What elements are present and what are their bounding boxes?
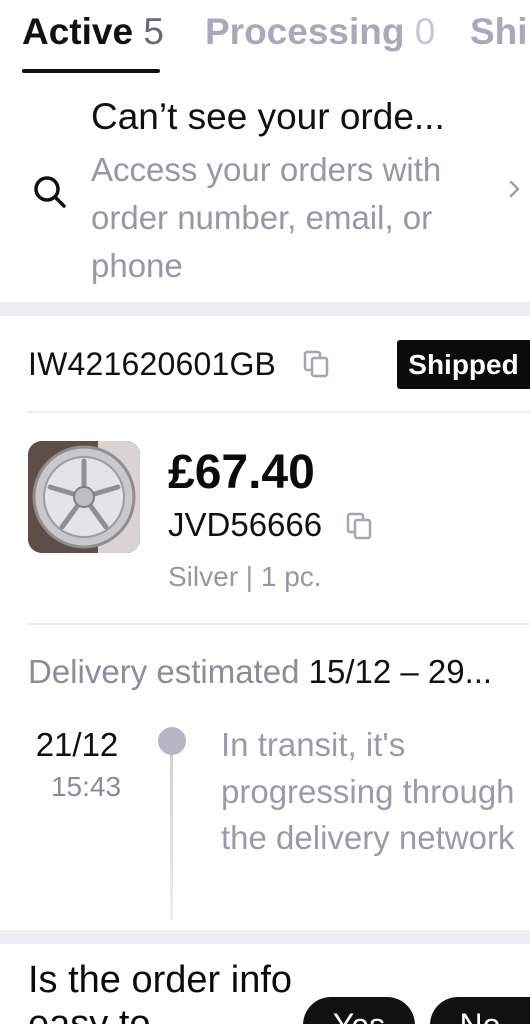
yes-button[interactable]: Yes (303, 997, 415, 1024)
tab-processing-label: Processing (205, 11, 405, 52)
copy-icon[interactable] (345, 511, 373, 541)
tab-processing[interactable]: Processing 0 (205, 12, 435, 52)
copy-icon[interactable] (302, 349, 330, 379)
product-price: £67.40 (168, 446, 315, 499)
wheel-cover-image (28, 441, 140, 553)
section-divider (0, 302, 530, 316)
feedback-question: Is the order info easy to (28, 959, 293, 1024)
timeline-dot (158, 727, 186, 755)
timeline-line (170, 755, 173, 920)
timeline-date: 21/12 (35, 726, 119, 763)
delivery-dates: 15/12 – 29... (308, 653, 493, 690)
search-icon (34, 176, 66, 208)
tab-active-label: Active (22, 11, 134, 52)
delivery-label: Delivery estimated (28, 653, 300, 690)
product-sku: JVD56666 (168, 506, 323, 543)
no-button[interactable]: No (430, 997, 530, 1024)
find-order-title: Can’t see your orde... (91, 96, 445, 137)
tracking-number: IW421620601GB (28, 346, 277, 382)
product-variant: Silver | 1 pc. (168, 561, 322, 592)
section-divider (0, 930, 530, 944)
divider (28, 623, 530, 625)
timeline-time: 15:43 (50, 771, 122, 802)
tab-shipped-label: Shi (470, 11, 528, 52)
tab-processing-count: 0 (414, 11, 436, 52)
status-badge: Shipped (397, 340, 530, 389)
divider (28, 411, 530, 413)
find-order-description: Access your orders with order number, em… (91, 151, 442, 284)
active-tab-indicator (22, 69, 160, 73)
delivery-estimate: Delivery estimated 15/12 – 29... (28, 652, 492, 692)
chevron-right-icon[interactable] (505, 172, 525, 206)
tab-shipped[interactable]: Shi (470, 12, 528, 52)
product-thumbnail[interactable] (28, 441, 140, 553)
tab-active[interactable]: Active 5 (22, 12, 164, 52)
order-status-tabs: Active 5 Processing 0 Shi (0, 0, 530, 74)
timeline-status: In transit, it's progressing through the… (221, 726, 515, 856)
tab-active-count: 5 (143, 11, 164, 52)
